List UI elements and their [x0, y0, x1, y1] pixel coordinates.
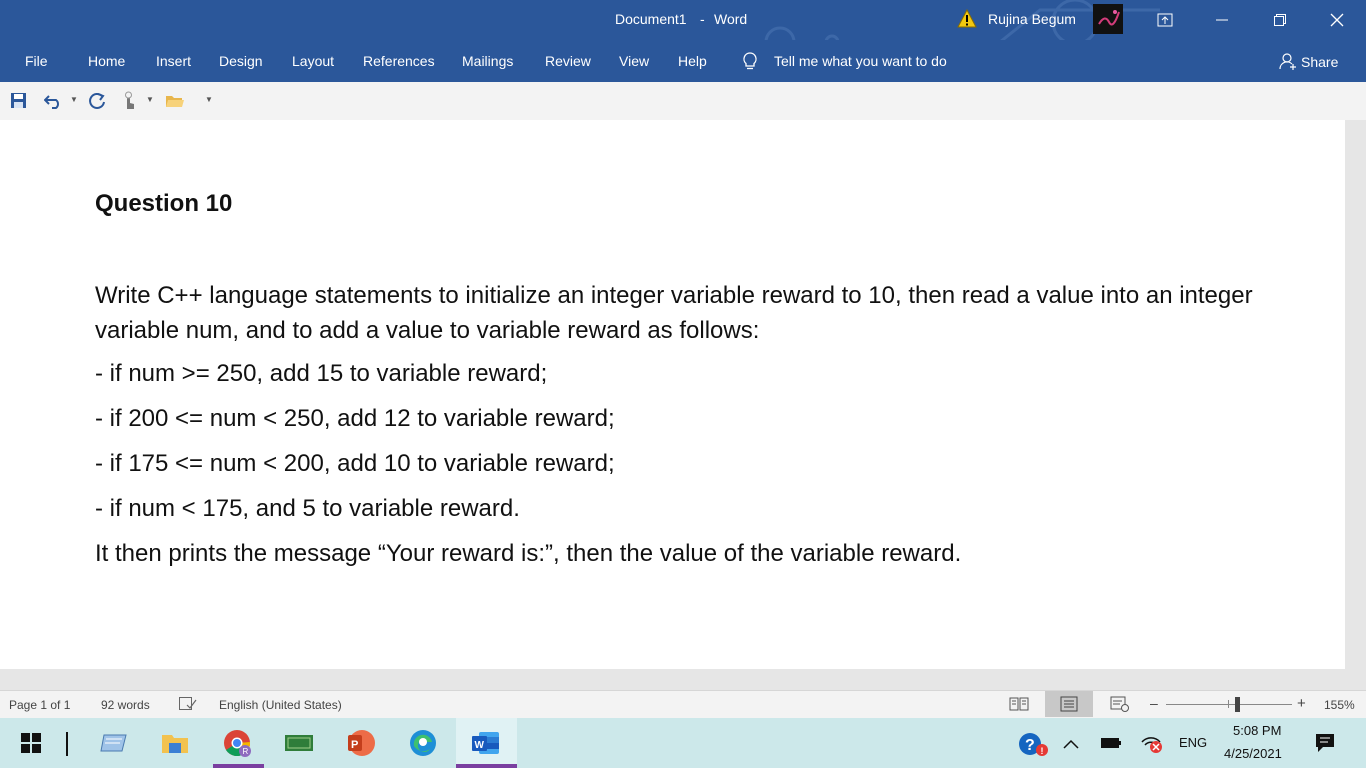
restore-icon	[1274, 14, 1286, 26]
undo-dropdown-chevron-down-icon[interactable]: ▼	[70, 95, 78, 104]
windows-start-icon[interactable]	[14, 726, 48, 760]
title-separator: -	[700, 11, 705, 27]
proofing-icon[interactable]	[179, 697, 197, 714]
user-name[interactable]: Rujina Begum	[988, 11, 1076, 27]
tab-review[interactable]: Review	[545, 53, 591, 69]
lightbulb-icon	[741, 51, 759, 76]
vertical-scrollbar[interactable]	[1345, 120, 1366, 669]
chevron-up-icon[interactable]	[1063, 736, 1079, 754]
task-view-icon[interactable]	[97, 726, 131, 760]
tab-file[interactable]: File	[25, 53, 48, 69]
undo-icon[interactable]	[43, 92, 64, 114]
ribbon-tabs: File Home Insert Design Layout Reference…	[0, 40, 1366, 82]
tab-layout[interactable]: Layout	[292, 53, 334, 69]
tab-view[interactable]: View	[619, 53, 649, 69]
condition-line: - if 175 <= num < 200, add 10 to variabl…	[95, 450, 615, 477]
touch-dropdown-chevron-down-icon[interactable]: ▼	[146, 95, 154, 104]
file-explorer-icon[interactable]	[158, 726, 192, 760]
closing-paragraph: It then prints the message “Your reward …	[95, 540, 962, 567]
active-app-indicator	[456, 764, 517, 768]
redo-icon[interactable]	[88, 92, 106, 115]
money-app-icon[interactable]	[282, 726, 316, 760]
zoom-out-button[interactable]: –	[1150, 695, 1158, 711]
edge-icon[interactable]	[406, 726, 440, 760]
avatar[interactable]	[1093, 4, 1123, 34]
touch-mode-icon[interactable]	[121, 91, 137, 116]
tell-me-search[interactable]: Tell me what you want to do	[774, 53, 947, 69]
condition-line: - if num < 175, and 5 to variable reward…	[95, 495, 520, 522]
app-name: Word	[714, 11, 748, 27]
zoom-slider-center-tick	[1228, 700, 1229, 708]
close-button[interactable]	[1314, 0, 1360, 40]
status-bar: Page 1 of 1 92 words English (United Sta…	[0, 690, 1366, 718]
document-title: Document1	[615, 11, 687, 27]
minimize-button[interactable]	[1199, 0, 1245, 40]
question-paragraph: Write C++ language statements to initial…	[95, 282, 1253, 344]
minimize-icon	[1216, 19, 1228, 21]
title-bar: Document1 - Word Rujina Begum	[0, 0, 1366, 72]
save-icon[interactable]	[10, 92, 27, 114]
print-layout-button[interactable]	[1045, 691, 1093, 717]
tab-references[interactable]: References	[363, 53, 435, 69]
zoom-slider[interactable]	[1166, 704, 1292, 705]
zoom-in-button[interactable]: +	[1297, 695, 1306, 712]
share-button[interactable]: Share	[1301, 54, 1338, 70]
close-icon	[1330, 13, 1344, 27]
svg-text:R: R	[243, 747, 249, 756]
web-layout-icon[interactable]	[1110, 696, 1130, 715]
document-canvas[interactable]: Question 10 Write C++ language statement…	[0, 120, 1345, 669]
tab-home[interactable]: Home	[88, 53, 125, 69]
battery-icon[interactable]	[1100, 736, 1122, 755]
warning-icon[interactable]	[957, 8, 977, 33]
clock-time[interactable]: 5:08 PM	[1233, 723, 1281, 738]
print-layout-icon	[1060, 696, 1078, 712]
zoom-slider-thumb[interactable]	[1235, 697, 1240, 712]
clock-date[interactable]: 4/25/2021	[1224, 746, 1282, 761]
taskbar-divider	[66, 732, 68, 756]
condition-line: - if num >= 250, add 15 to variable rewa…	[95, 360, 548, 387]
horizontal-scrollbar[interactable]	[0, 669, 1366, 690]
svg-text:!: !	[1041, 746, 1044, 756]
input-language[interactable]: ENG	[1179, 735, 1207, 750]
network-offline-icon[interactable]	[1140, 734, 1164, 759]
language-status[interactable]: English (United States)	[219, 698, 342, 712]
quick-access-toolbar: ▼ ▼ ▼	[0, 82, 1366, 120]
word-count[interactable]: 92 words	[101, 698, 150, 712]
chrome-icon[interactable]: R	[220, 726, 254, 760]
word-icon[interactable]: W	[469, 726, 503, 760]
customize-qat-chevron-down-icon[interactable]: ▼	[205, 95, 213, 104]
ribbon-display-options-button[interactable]	[1142, 0, 1188, 40]
restore-button[interactable]	[1257, 0, 1303, 40]
tab-help[interactable]: Help	[678, 53, 707, 69]
tab-mailings[interactable]: Mailings	[462, 53, 513, 69]
tab-insert[interactable]: Insert	[156, 53, 191, 69]
svg-text:P: P	[351, 739, 358, 751]
tab-design[interactable]: Design	[219, 53, 263, 69]
question-heading: Question 10	[95, 190, 233, 217]
open-folder-icon[interactable]	[165, 93, 185, 114]
help-warning-icon[interactable]: ?!	[1018, 731, 1050, 762]
share-user-icon	[1279, 52, 1297, 75]
condition-line: - if 200 <= num < 250, add 12 to variabl…	[95, 405, 615, 432]
zoom-level[interactable]: 155%	[1324, 698, 1355, 712]
svg-text:W: W	[475, 740, 485, 751]
powerpoint-icon[interactable]: P	[344, 726, 378, 760]
notifications-icon[interactable]	[1315, 733, 1335, 758]
read-mode-icon[interactable]	[1009, 696, 1029, 715]
active-app-indicator	[213, 764, 264, 768]
ribbon-display-icon	[1157, 13, 1173, 27]
svg-text:?: ?	[1025, 737, 1035, 754]
page-count[interactable]: Page 1 of 1	[9, 698, 70, 712]
taskbar: R P W ?! ENG 5:08 PM 4/25/2021	[0, 718, 1366, 768]
